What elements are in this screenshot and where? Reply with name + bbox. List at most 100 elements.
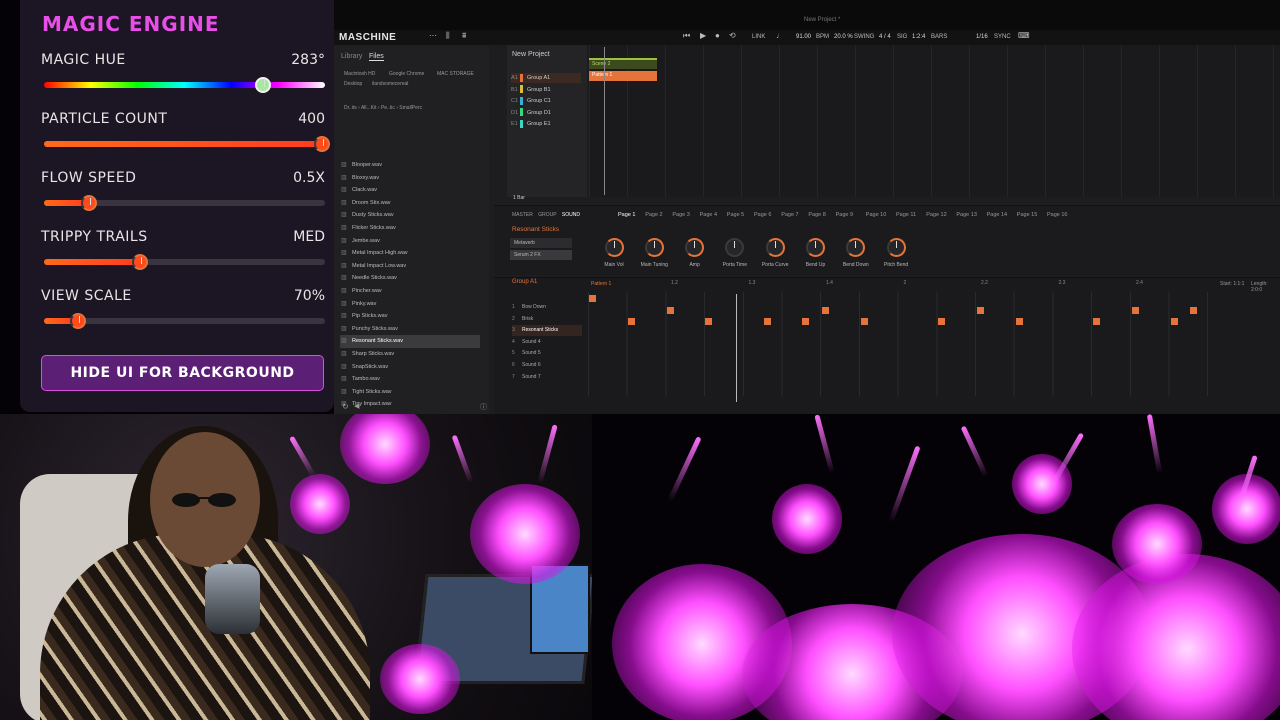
breadcrumb[interactable]: Dr..its › All...Kit › Pe..tic › SmallPer… <box>344 105 422 111</box>
file-item[interactable]: Tambo.wav <box>340 373 480 386</box>
slider-track[interactable] <box>44 195 325 211</box>
parameter-knob[interactable]: Amp <box>675 238 715 268</box>
note-event[interactable] <box>821 306 829 314</box>
page-tab[interactable]: Page 6 <box>754 212 771 218</box>
tab-library[interactable]: Library <box>341 53 362 60</box>
file-item[interactable]: Droom Stix.wav <box>340 197 480 210</box>
note-event[interactable] <box>666 306 674 314</box>
file-item[interactable]: Pincher.wav <box>340 285 480 298</box>
file-item[interactable]: Pip Sticks.wav <box>340 310 480 323</box>
parameter-knob[interactable]: Main Vol <box>594 238 634 268</box>
knob-dial[interactable] <box>604 238 624 257</box>
page-tab[interactable]: Page 10 <box>866 212 887 218</box>
knob-dial[interactable] <box>886 238 906 257</box>
page-tab[interactable]: Page 9 <box>836 212 853 218</box>
slider-knob[interactable] <box>80 195 97 211</box>
menu-icon[interactable]: ⋯ <box>429 31 437 40</box>
parameter-knob[interactable]: Porta Time <box>715 238 755 268</box>
file-item[interactable]: Blooper.wav <box>340 159 480 172</box>
tab-master[interactable]: MASTER <box>512 212 533 218</box>
selected-sound[interactable]: Resonant Sticks <box>512 226 559 233</box>
parameter-knob[interactable]: Bend Up <box>796 238 836 268</box>
page-tab[interactable]: Page 2 <box>645 212 662 218</box>
group-row[interactable]: B1 Group B1 <box>511 85 581 95</box>
knob-dial[interactable] <box>685 238 705 257</box>
metronome-icon[interactable]: ♩ <box>776 31 784 40</box>
file-item[interactable]: Punchy Sticks.wav <box>340 323 480 336</box>
pattern-name[interactable]: Pattern 1 <box>591 281 611 287</box>
sound-row[interactable]: 4 Sound 4 <box>512 337 582 348</box>
knob-dial[interactable] <box>846 238 866 257</box>
file-item[interactable]: Tiny Impact.wav <box>340 398 480 411</box>
page-tab[interactable]: Page 16 <box>1047 212 1068 218</box>
note-event[interactable] <box>1132 306 1140 314</box>
sound-row[interactable]: 1 Bow Down <box>512 302 582 313</box>
note-event[interactable] <box>589 295 596 302</box>
sound-row[interactable]: 6 Sound 6 <box>512 360 582 371</box>
note-event[interactable] <box>977 306 984 314</box>
file-item[interactable]: Metal Impact High.wav <box>340 247 480 260</box>
file-item[interactable]: Metal Impact Low.wav <box>340 260 480 273</box>
page-tab[interactable]: Page 12 <box>926 212 947 218</box>
note-event[interactable] <box>627 318 635 326</box>
record-icon[interactable]: ● <box>715 31 720 40</box>
file-item[interactable]: Clack.wav <box>340 184 480 197</box>
parameter-knob[interactable]: Porta Curve <box>755 238 795 268</box>
file-item[interactable]: Jembe.wav <box>340 235 480 248</box>
slider-track[interactable] <box>44 136 331 152</box>
note-event[interactable] <box>705 318 713 326</box>
slider-knob[interactable] <box>255 77 272 93</box>
page-tab[interactable]: Page 14 <box>987 212 1008 218</box>
slider-track[interactable] <box>44 313 325 329</box>
knob-dial[interactable] <box>806 238 825 257</box>
file-item[interactable]: Tight Sticks.wav <box>340 386 480 399</box>
note-event[interactable] <box>860 318 868 326</box>
pattern-group[interactable]: Group A1 <box>512 279 537 285</box>
hue-slider-track[interactable] <box>44 77 325 93</box>
note-event[interactable] <box>1093 318 1101 326</box>
file-item[interactable]: Sharp Sticks.wav <box>340 348 480 361</box>
swing-value[interactable]: 20.0 % <box>834 34 853 40</box>
file-item[interactable]: Needle Sticks.wav <box>340 272 480 285</box>
hide-ui-button[interactable]: HIDE UI FOR BACKGROUND <box>41 355 324 391</box>
sound-row[interactable]: 2 Brisk <box>512 314 582 325</box>
slider-knob[interactable] <box>314 136 331 152</box>
group-row[interactable]: C1 Group C1 <box>511 96 581 106</box>
sync-button[interactable]: SYNC <box>994 34 1011 40</box>
tab-sound[interactable]: SOUND <box>562 212 580 218</box>
page-tab[interactable]: Page 5 <box>727 212 744 218</box>
knob-dial[interactable] <box>765 238 785 257</box>
project-title[interactable]: New Project <box>512 51 550 58</box>
plugin-slot[interactable]: Metaverb <box>510 238 572 248</box>
step-grid[interactable] <box>588 292 1208 396</box>
file-item[interactable]: Bloxxy.wav <box>340 172 480 185</box>
file-item[interactable]: Dusty Sticks.wav <box>340 209 480 222</box>
loop-icon[interactable]: ⟲ <box>729 31 736 40</box>
refresh-icon[interactable]: ↻ <box>342 402 349 411</box>
library-icon[interactable]: ⫼ <box>446 31 450 41</box>
parameter-knob[interactable]: Bend Down <box>836 238 876 268</box>
slider-knob[interactable] <box>131 254 148 270</box>
sound-row[interactable]: 5 Sound 5 <box>512 348 582 359</box>
page-tab[interactable]: Page 3 <box>672 212 689 218</box>
bpm-value[interactable]: 91.00 <box>796 34 811 40</box>
volume-icon[interactable]: ◀ <box>354 402 359 410</box>
tab-files[interactable]: Files <box>369 53 384 61</box>
page-tab[interactable]: Page 13 <box>956 212 977 218</box>
page-tab[interactable]: Page 7 <box>781 212 798 218</box>
location-item[interactable]: MAC STORAGE <box>437 71 474 77</box>
location-item[interactable]: Macintosh HD <box>344 71 375 77</box>
slider-knob[interactable] <box>69 313 86 329</box>
knob-dial[interactable] <box>725 238 745 257</box>
info-icon[interactable]: ⓘ <box>480 402 487 412</box>
group-row[interactable]: E1 Group E1 <box>511 119 581 129</box>
page-tab[interactable]: Page 15 <box>1017 212 1038 218</box>
location-item[interactable]: Google Chrome <box>389 71 424 77</box>
slider-track[interactable] <box>44 254 325 270</box>
parameter-knob[interactable]: Main Tuning <box>634 238 674 268</box>
bar-length[interactable]: 1 Bar <box>513 195 525 201</box>
tab-group[interactable]: GROUP <box>538 212 556 218</box>
play-icon[interactable]: ▶ <box>700 31 706 40</box>
page-tab[interactable]: Page 1 <box>618 212 635 218</box>
pattern-slot[interactable]: Pattern 1 <box>589 71 657 81</box>
